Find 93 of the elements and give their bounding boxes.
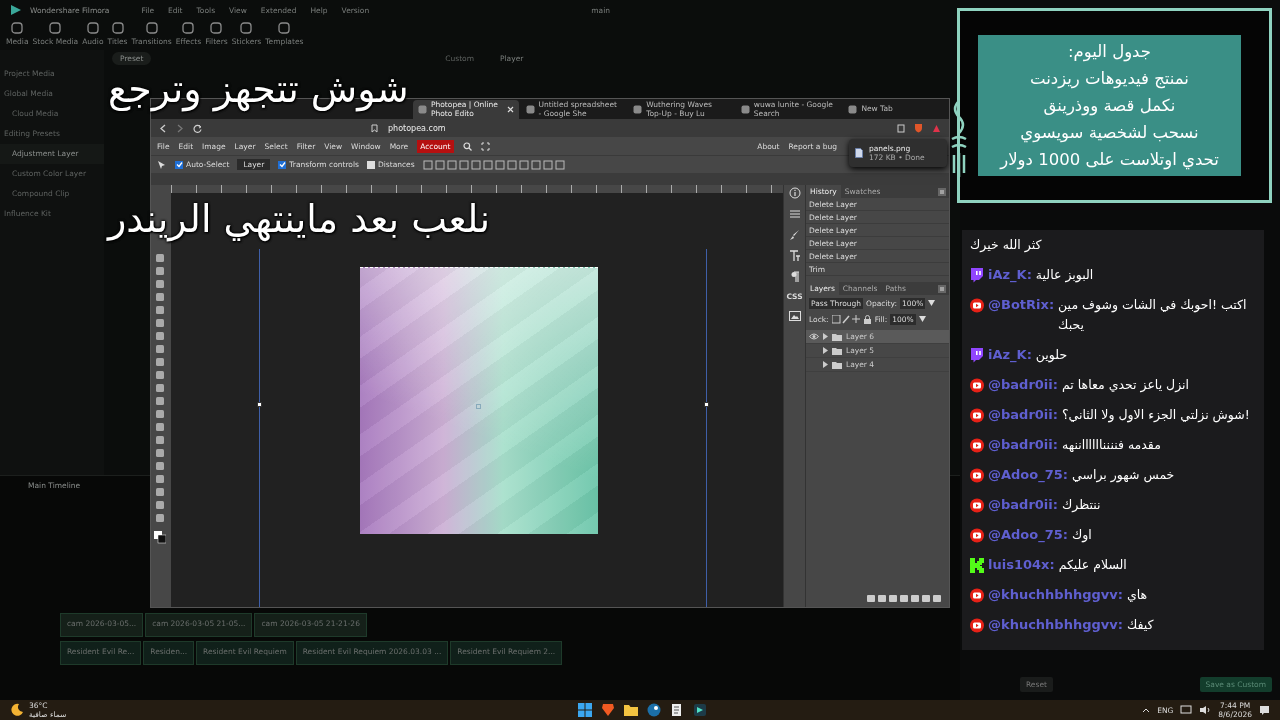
rounded-square-icon (240, 22, 253, 34)
kick-icon (970, 558, 984, 573)
move-tool-icon[interactable] (157, 159, 167, 170)
type-icon[interactable] (788, 250, 801, 262)
youtube-icon (970, 588, 984, 603)
username: luis104x: (988, 556, 1055, 574)
youtube-icon (970, 498, 984, 513)
folder-icon[interactable] (624, 703, 638, 717)
username: @khuchhbhhggvv: (988, 586, 1123, 604)
caption-text: شوش تتجهز وترجع (108, 66, 409, 114)
schedule-text: نسحب لشخصية سويسوي (1020, 122, 1199, 145)
youtube-icon (970, 408, 984, 423)
schedule-text: تحدي اوتلاست على 1000 دولار (1000, 149, 1219, 172)
rounded-square-icon (278, 22, 291, 34)
shield-icon[interactable] (914, 123, 923, 133)
reload-icon[interactable] (193, 123, 202, 133)
close-icon[interactable] (506, 106, 514, 113)
checkbox[interactable] (366, 160, 375, 169)
username: @badr0ii: (988, 376, 1058, 394)
username: iAz_K: (988, 266, 1032, 285)
transform-handle[interactable] (704, 402, 709, 407)
notification-icon[interactable] (1259, 704, 1270, 716)
username: @badr0ii: (988, 406, 1058, 424)
username: iAz_K: (988, 346, 1032, 365)
triangle-icon[interactable] (932, 123, 941, 133)
rounded-square-icon (49, 22, 62, 34)
transform-handle[interactable] (257, 402, 262, 407)
message-text: السلام عليكم (1058, 556, 1127, 574)
play-logo-icon (10, 4, 22, 16)
message-text: ننتظرك (1061, 496, 1101, 514)
message-text: اوك (1072, 526, 1092, 545)
panel-menu-icon[interactable] (938, 284, 946, 293)
youtube-icon (970, 298, 984, 313)
username: @Adoo_75: (988, 526, 1069, 545)
schedule-text: نكمل قصة ووذرينق (1043, 95, 1176, 118)
message-text: مقدمه فننننااااااننهه (1061, 436, 1161, 454)
file-icon (855, 148, 863, 158)
message-text: البوبز عالية (1035, 266, 1094, 285)
chevron-up-icon[interactable] (1142, 707, 1151, 713)
moon-icon (10, 703, 24, 717)
windows-icon[interactable] (578, 703, 592, 717)
schedule-text: جدول اليوم: (1068, 41, 1151, 64)
message-text: كيفك (1126, 616, 1154, 634)
shield-icon[interactable] (601, 703, 615, 717)
youtube-icon (970, 528, 984, 543)
username: @Adoo_75: (988, 466, 1069, 485)
eye-icon[interactable] (809, 333, 819, 340)
youtube-icon (970, 438, 984, 453)
app-icon[interactable] (693, 703, 707, 717)
bookmark-icon[interactable] (371, 123, 378, 133)
username: @khuchhbhhggvv: (988, 616, 1123, 634)
search-icon[interactable] (462, 141, 472, 151)
message-text: شوش نزلتي الجزء الاول ولا الثاني؟! (1061, 406, 1250, 425)
fullscreen-icon[interactable] (480, 141, 490, 151)
rounded-square-icon (182, 22, 195, 34)
username: @badr0ii: (988, 436, 1058, 454)
rounded-square-icon (11, 22, 24, 34)
panel-menu-icon[interactable] (938, 187, 946, 196)
rounded-square-icon (86, 22, 99, 34)
document-icon[interactable] (670, 703, 684, 717)
circle-logo-icon[interactable] (647, 703, 661, 717)
image-icon[interactable] (788, 310, 801, 322)
youtube-icon (970, 618, 984, 633)
transform-handle[interactable] (476, 403, 481, 409)
youtube-icon (970, 378, 984, 393)
network-icon[interactable] (1180, 705, 1193, 715)
message-text: خمس شهور براسي (1072, 466, 1175, 485)
twitch-icon (970, 348, 984, 363)
paragraph-icon[interactable] (788, 271, 801, 283)
sliders-icon[interactable] (788, 208, 801, 220)
lock-options-drawing[interactable] (831, 314, 872, 324)
caption-text: نلعب بعد ماينتهي الريندر (108, 196, 490, 244)
checkbox[interactable] (278, 160, 287, 169)
url-text: photopea.com (388, 123, 446, 133)
username: @BotRix: (988, 296, 1055, 314)
message-text: هاي (1126, 586, 1148, 604)
brush-icon[interactable] (788, 229, 801, 241)
message-text: حلوين (1035, 346, 1068, 365)
speaker-icon[interactable] (1199, 705, 1212, 715)
twitch-icon (970, 268, 984, 283)
rounded-square-icon (111, 22, 124, 34)
youtube-icon (970, 468, 984, 483)
schedule-text: نمنتج فيديوهات ريزدنت (1030, 68, 1189, 91)
rounded-square-icon (210, 22, 223, 34)
rounded-square-icon (145, 22, 158, 34)
username: @badr0ii: (988, 496, 1058, 514)
caret-icon[interactable] (918, 316, 926, 322)
message-text: انزل ياعز تحدي معاها تم (1061, 376, 1190, 395)
checkbox[interactable] (175, 160, 183, 169)
caret-icon[interactable] (928, 300, 936, 306)
message-text: اكتب !احوبك في الشات وشوف مين يحبك (1058, 296, 1248, 334)
message-text: كثر الله خيرك (970, 236, 1042, 255)
info-icon[interactable] (788, 187, 801, 199)
